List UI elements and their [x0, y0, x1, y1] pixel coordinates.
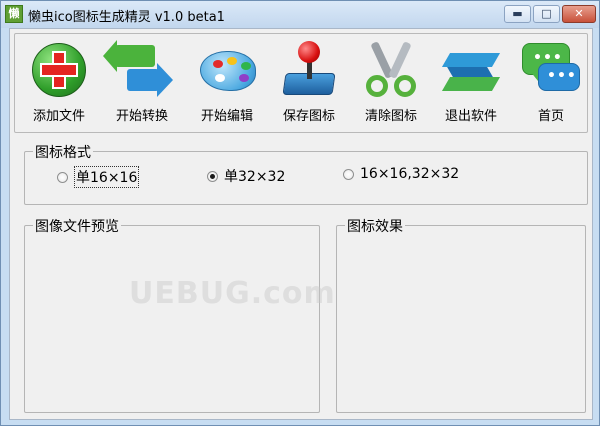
maximize-button[interactable]: □	[533, 5, 560, 23]
radio-both-sizes[interactable]: 16×16,32×32	[343, 166, 459, 182]
palette-icon	[196, 39, 258, 101]
start-edit-label: 开始编辑	[200, 109, 253, 124]
exit-label: 退出软件	[444, 109, 497, 124]
radio-circle-checked[interactable]	[207, 170, 218, 182]
chat-bubbles-icon: ••• •••	[520, 39, 582, 101]
start-convert-button[interactable]: 开始转换	[103, 39, 178, 129]
image-preview-title: 图像文件预览	[33, 216, 121, 236]
app-window: 懒 懒虫ico图标生成精灵 v1.0 beta1 ▬ □ ✕ 添加文件 开始转换	[0, 0, 600, 426]
save-icon-label: 保存图标	[282, 109, 335, 124]
exit-button[interactable]: 退出软件	[435, 39, 507, 129]
exit-icon	[440, 39, 502, 101]
convert-arrows-icon	[103, 39, 173, 101]
radio-single-16-label: 单16×16	[74, 166, 140, 188]
add-file-label: 添加文件	[32, 109, 85, 124]
icon-effect-group: 图标效果	[336, 216, 586, 413]
clear-icon-label: 清除图标	[364, 109, 417, 124]
icon-effect-title: 图标效果	[345, 216, 405, 236]
minimize-button[interactable]: ▬	[504, 5, 531, 23]
client-area: 添加文件 开始转换 开始编辑 保存图标 清除图标 退出软件 ••• ••• 首页…	[9, 28, 593, 420]
image-preview-group: 图像文件预览 UEBUG.com	[24, 216, 335, 413]
save-icon-button[interactable]: 保存图标	[273, 39, 345, 129]
radio-single-16[interactable]: 单16×16	[57, 166, 140, 188]
title-bar[interactable]: 懒 懒虫ico图标生成精灵 v1.0 beta1 ▬ □ ✕	[1, 1, 599, 28]
toolbar: 添加文件 开始转换 开始编辑 保存图标 清除图标 退出软件 ••• ••• 首页	[14, 33, 588, 133]
close-button[interactable]: ✕	[562, 5, 596, 23]
window-title: 懒虫ico图标生成精灵 v1.0 beta1	[28, 10, 225, 25]
radio-circle[interactable]	[57, 171, 68, 183]
home-button[interactable]: ••• ••• 首页	[515, 39, 587, 129]
clear-icon-button[interactable]: 清除图标	[355, 39, 427, 129]
icon-format-title: 图标格式	[33, 142, 93, 162]
joystick-icon	[278, 39, 340, 101]
start-edit-button[interactable]: 开始编辑	[191, 39, 263, 129]
radio-circle[interactable]	[343, 168, 354, 180]
start-convert-label: 开始转换	[115, 109, 168, 124]
app-icon: 懒	[5, 5, 23, 23]
watermark: UEBUG.com	[129, 276, 336, 311]
add-file-icon	[28, 39, 90, 101]
scissors-icon	[360, 39, 422, 101]
radio-single-32-label: 单32×32	[224, 169, 286, 185]
add-file-button[interactable]: 添加文件	[23, 39, 95, 129]
radio-single-32[interactable]: 单32×32	[207, 166, 285, 186]
radio-both-sizes-label: 16×16,32×32	[360, 166, 460, 182]
home-label: 首页	[537, 109, 564, 124]
icon-format-group: 图标格式 单16×16 单32×32 16×16,32×32	[24, 142, 588, 205]
